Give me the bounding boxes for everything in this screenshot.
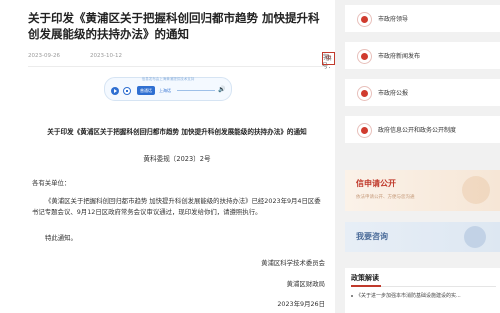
- sidebar-item-news[interactable]: 市政府新闻发布: [345, 42, 500, 69]
- sidebar-item-disclosure[interactable]: 政府信息公开和政务公开制度: [345, 116, 500, 143]
- consult-title: 我要咨询: [356, 232, 388, 241]
- sidebar-item-label: 市政府领导: [378, 16, 409, 23]
- article: 关于印发《黄浦区关于把握科创回归都市趋势 加快提升科创发展能级的扶持办法》的通知…: [0, 0, 335, 313]
- policy-heading: 政策解读: [351, 274, 379, 282]
- sidebar-item-label: 市政府新闻发布: [378, 53, 421, 60]
- font-size-small-button[interactable]: 小: [322, 52, 335, 65]
- sidebar-item-leaders[interactable]: 市政府领导: [345, 5, 500, 32]
- document-heading: 关于印发《黄浦区关于把握科创回归都市趋势 加快提升科创发展能级的扶持办法》的通知: [47, 128, 307, 136]
- bullet-icon: [351, 294, 353, 297]
- letter-request-card[interactable]: 信申请公开 依法申请公开、方便与您沟通: [345, 170, 500, 211]
- leader-icon: [357, 12, 372, 27]
- sidebar-item-gazette[interactable]: 市政府公报: [345, 79, 500, 106]
- sign-date: 2023年9月26日: [277, 300, 325, 308]
- sidebar-item-label: 政府信息公开和政务公开制度: [378, 127, 457, 134]
- body-paragraph: 《黄浦区关于把握科创回归都市趋势 加快提升科创发展能级的扶持办法》已经2023年…: [32, 197, 321, 216]
- addressee: 各有关单位：: [32, 179, 71, 187]
- gazette-icon: [357, 86, 372, 101]
- page-title: 关于印发《黄浦区关于把握科创回归都市趋势 加快提升科创发展能级的扶持办法》的通知: [28, 11, 320, 41]
- policy-interpretation: 政策解读 《关于进一步加强本市消防基础设施建设的实...: [345, 268, 500, 313]
- chat-icon: [464, 226, 486, 248]
- audio-player: 信息发布由上海黄浦提供技术支持 普通话 上海话 🔊: [104, 77, 232, 101]
- title-divider: [28, 66, 324, 67]
- stop-icon[interactable]: [123, 87, 131, 95]
- disclosure-icon: [357, 123, 372, 138]
- meta-bar: 2023-09-26 2023-10-12 字号： 大 中 小: [28, 51, 335, 70]
- news-icon: [357, 49, 372, 64]
- signatory-2: 黄浦区财政局: [286, 280, 325, 288]
- document-number: 黄科委规〔2023〕2号: [143, 155, 211, 163]
- signatory-1: 黄浦区科学技术委员会: [261, 259, 325, 267]
- letter-request-title: 信申请公开: [356, 179, 396, 188]
- policy-link[interactable]: 《关于进一步加强本市消防基础设施建设的实...: [351, 292, 496, 299]
- closing-paragraph: 特此通知。: [45, 234, 77, 242]
- player-caption: 信息发布由上海黄浦提供技术支持: [141, 77, 195, 81]
- play-icon[interactable]: [111, 87, 119, 95]
- letter-request-subtitle: 依法申请公开、方便与您沟通: [356, 195, 415, 200]
- page: 关于印发《黄浦区关于把握科创回归都市趋势 加快提升科创发展能级的扶持办法》的通知…: [0, 0, 500, 313]
- shanghainese-mode-button[interactable]: 上海话: [157, 86, 173, 95]
- envelope-icon: [462, 176, 490, 204]
- policy-accent: [351, 285, 381, 287]
- sidebar: 市政府领导 市政府新闻发布 市政府公报 政府信息公开和政务公开制度 信申请公开 …: [335, 0, 500, 313]
- mandarin-mode-button[interactable]: 普通话: [137, 86, 155, 95]
- effective-date: 2023-10-12: [90, 53, 122, 59]
- publish-date: 2023-09-26: [28, 53, 60, 59]
- policy-link-label: 《关于进一步加强本市消防基础设施建设的实...: [356, 293, 461, 299]
- volume-icon[interactable]: 🔊: [218, 86, 226, 94]
- consult-card[interactable]: 我要咨询: [345, 222, 500, 252]
- sidebar-item-label: 市政府公报: [378, 90, 409, 97]
- progress-bar[interactable]: [177, 90, 215, 91]
